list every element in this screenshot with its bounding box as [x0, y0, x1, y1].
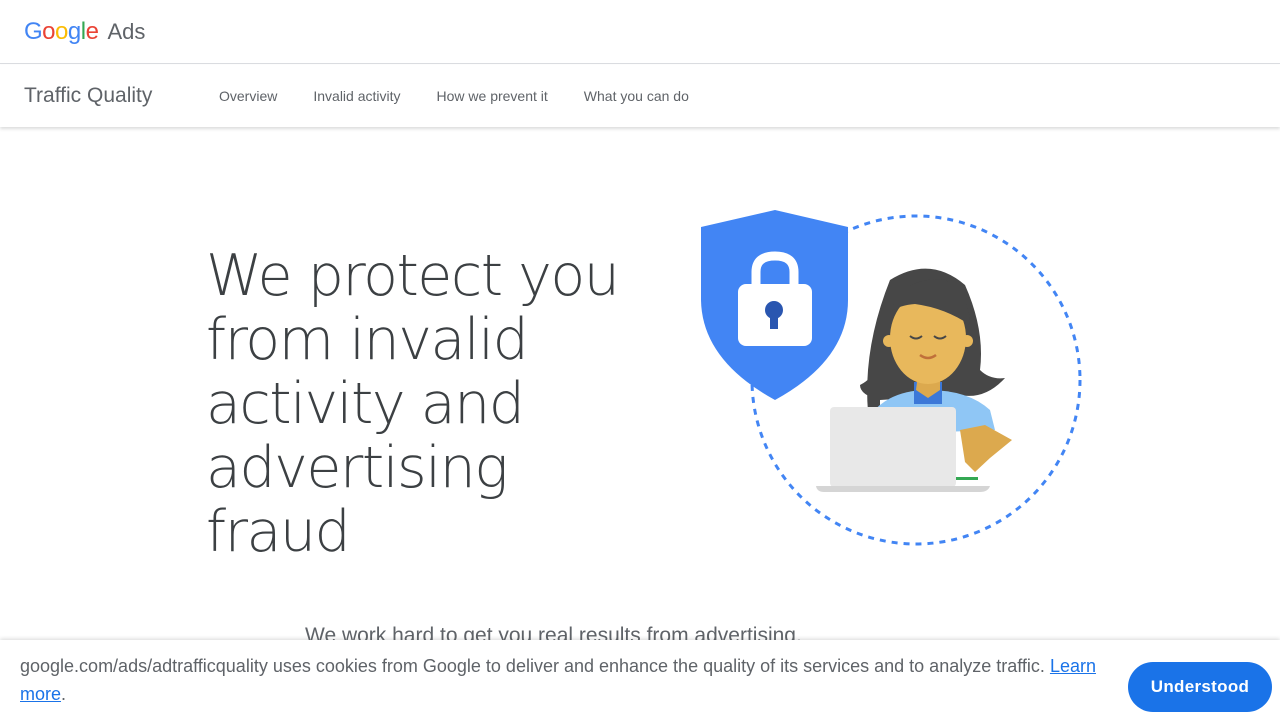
sub-navigation: Traffic Quality Overview Invalid activit… [0, 65, 1280, 127]
hero-heading-line: We protect you [206, 243, 620, 309]
logo-letter: o [55, 17, 68, 45]
nav-link-overview[interactable]: Overview [219, 88, 277, 104]
hero-heading-line: advertising fraud [206, 435, 508, 565]
logo-letter: e [85, 17, 99, 45]
understood-button[interactable]: Understood [1128, 662, 1272, 712]
logo-letter: g [67, 17, 81, 45]
logo-letter: o [42, 17, 56, 45]
product-name: Ads [107, 18, 146, 44]
top-header: Google Ads [0, 0, 1280, 64]
cookie-message: google.com/ads/adtrafficquality uses coo… [20, 656, 1045, 676]
logo-letter: G [24, 17, 43, 45]
nav-link-invalid-activity[interactable]: Invalid activity [313, 88, 400, 104]
site-title[interactable]: Traffic Quality [24, 84, 219, 108]
nav-link-how-we-prevent-it[interactable]: How we prevent it [437, 88, 548, 104]
hero-heading-line: activity and [206, 371, 525, 437]
cookie-notice-text: google.com/ads/adtrafficquality uses coo… [20, 652, 1110, 708]
hero-heading: We protect you from invalid activity and… [206, 244, 636, 564]
hero-illustration [690, 200, 1090, 560]
cookie-banner: google.com/ads/adtrafficquality uses coo… [0, 640, 1280, 720]
google-wordmark: Google [24, 17, 99, 46]
nav-link-what-you-can-do[interactable]: What you can do [584, 88, 689, 104]
hero-heading-line: from invalid [206, 307, 529, 373]
cookie-suffix: . [61, 684, 67, 704]
google-ads-logo[interactable]: Google Ads [24, 18, 145, 46]
shield-lock-icon [701, 210, 848, 400]
subnav-links: Overview Invalid activity How we prevent… [219, 88, 725, 104]
